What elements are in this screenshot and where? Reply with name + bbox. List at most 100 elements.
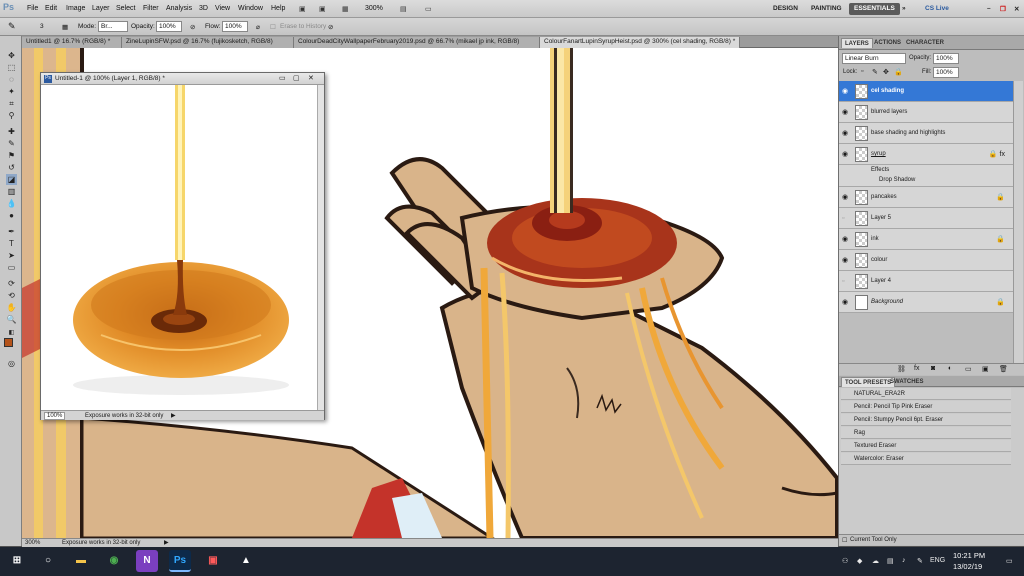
pressure-size-icon[interactable]: ⊘ xyxy=(328,23,333,31)
language-indicator[interactable]: ENG xyxy=(930,557,945,564)
tab-swatches[interactable]: SWATCHES xyxy=(887,377,927,387)
layer-row-layer-5[interactable]: ▫ Layer 5 xyxy=(839,208,1013,229)
menu-analysis[interactable]: Analysis xyxy=(166,5,192,12)
marquee-tool-icon[interactable]: ⬚ xyxy=(6,62,17,73)
menu-select[interactable]: Select xyxy=(116,5,135,12)
effects-label[interactable]: Effects xyxy=(871,167,889,173)
layer-row-colour[interactable]: ◉ colour xyxy=(839,250,1013,271)
stamp-tool-icon[interactable]: ⚑ xyxy=(6,150,17,161)
layer-row-ink[interactable]: ◉ ink 🔒 xyxy=(839,229,1013,250)
lock-all-icon[interactable]: 🔒 xyxy=(894,68,903,76)
erase-to-history-checkbox[interactable]: ☐ xyxy=(270,23,276,31)
brush-size[interactable]: 3 xyxy=(40,23,44,30)
fx-icon[interactable]: 🔒 fx xyxy=(989,150,1005,158)
layer-row-background[interactable]: ◉ Background 🔒 xyxy=(839,292,1013,313)
blend-mode-select[interactable]: Linear Burn xyxy=(842,53,906,64)
people-icon[interactable]: ⚇ xyxy=(842,557,848,565)
lasso-tool-icon[interactable]: ◌ xyxy=(6,74,17,85)
eye-icon[interactable]: ◉ xyxy=(842,130,849,137)
eye-icon[interactable]: ◉ xyxy=(842,151,849,158)
eye-icon[interactable]: ◉ xyxy=(842,194,849,201)
healing-tool-icon[interactable]: ✚ xyxy=(6,126,17,137)
screen-mode-icon[interactable]: ▭ xyxy=(425,5,432,13)
shape-tool-icon[interactable]: ▭ xyxy=(6,262,17,273)
lock-position-icon[interactable]: ✥ xyxy=(883,68,889,76)
cortana-icon[interactable]: ○ xyxy=(37,550,59,572)
brush-panel-icon[interactable]: ▦ xyxy=(62,23,68,31)
layer-row-syrup[interactable]: ◉ syrup 🔒 fx xyxy=(839,144,1013,165)
menu-image[interactable]: Image xyxy=(66,5,85,12)
lock-transparency-icon[interactable]: ▫ xyxy=(861,68,863,75)
gradient-tool-icon[interactable]: ▥ xyxy=(6,186,17,197)
menu-filter[interactable]: Filter xyxy=(143,5,159,12)
tab-layers[interactable]: LAYERS xyxy=(841,38,873,48)
pen-tool-icon[interactable]: ✒ xyxy=(6,226,17,237)
floating-window-titlebar[interactable]: Ps Untitled-1 @ 100% (Layer 1, RGB/8) * … xyxy=(41,73,324,85)
floating-zoom-field[interactable]: 100% xyxy=(44,412,66,420)
network-icon[interactable]: ▤ xyxy=(887,557,894,565)
crop-tool-icon[interactable]: ⌗ xyxy=(6,98,17,109)
preset-item[interactable]: Textured Eraser xyxy=(841,440,1011,452)
3d-orbit-tool-icon[interactable]: ⟲ xyxy=(6,290,17,301)
menu-layer[interactable]: Layer xyxy=(92,5,110,12)
snipping-tool-icon[interactable]: ▣ xyxy=(202,550,224,572)
arrange-icon[interactable]: ▤ xyxy=(400,5,407,13)
workspace-essentials[interactable]: ESSENTIALS xyxy=(849,3,900,15)
tab-syrupheist[interactable]: ColourFanartLupinSyrupHeist.psd @ 300% (… xyxy=(540,37,740,48)
quick-mask-icon[interactable]: ◎ xyxy=(6,358,17,369)
layer-row-blurred-layers[interactable]: ◉ blurred layers xyxy=(839,102,1013,123)
windows-start-icon[interactable]: ⊞ xyxy=(6,550,28,572)
layer-row-base-shading[interactable]: ◉ base shading and highlights xyxy=(839,123,1013,144)
eye-icon[interactable]: ◉ xyxy=(842,257,849,264)
add-mask-icon[interactable]: ◙ xyxy=(931,365,935,372)
close-icon[interactable]: ✕ xyxy=(1009,3,1024,15)
status-arrow-icon[interactable]: ▶ xyxy=(171,412,176,419)
floating-window-scrollbar[interactable] xyxy=(317,85,324,410)
tab-zinelupin[interactable]: ZineLupinSFW.psd @ 16.7% (fujikosketch, … xyxy=(122,37,294,48)
eraser-tool-icon[interactable]: ◪ xyxy=(6,174,17,185)
status-menu-icon[interactable]: ▶ xyxy=(164,539,169,546)
opacity-field[interactable]: 100% xyxy=(156,21,182,32)
menu-3d[interactable]: 3D xyxy=(199,5,208,12)
quick-select-tool-icon[interactable]: ✦ xyxy=(6,86,17,97)
menu-help[interactable]: Help xyxy=(271,5,285,12)
3d-rotate-tool-icon[interactable]: ⟳ xyxy=(6,278,17,289)
minimize-icon[interactable]: – xyxy=(982,3,996,15)
drop-shadow-label[interactable]: Drop Shadow xyxy=(879,177,915,183)
eye-icon[interactable]: ◉ xyxy=(842,299,849,306)
preset-item[interactable]: Pencil: Stumpy Pencil 6pt. Eraser xyxy=(841,414,1011,426)
menu-view[interactable]: View xyxy=(215,5,230,12)
workspace-painting[interactable]: PAINTING xyxy=(806,3,847,15)
eye-icon[interactable]: ◉ xyxy=(842,88,849,95)
airbrush-icon[interactable]: ⌀ xyxy=(256,23,260,31)
fx-menu-icon[interactable]: fx xyxy=(914,365,919,372)
window-maximize-icon[interactable]: ▢ xyxy=(293,74,300,82)
workspace-design[interactable]: DESIGN xyxy=(768,3,803,15)
floating-document-window[interactable]: Ps Untitled-1 @ 100% (Layer 1, RGB/8) * … xyxy=(40,72,325,420)
bridge-icon[interactable]: ▣ xyxy=(299,5,306,13)
clock-time[interactable]: 10:21 PM xyxy=(953,551,985,560)
history-brush-tool-icon[interactable]: ↺ xyxy=(6,162,17,173)
onenote-icon[interactable]: N xyxy=(136,550,158,572)
notifications-icon[interactable]: ▭ xyxy=(1006,557,1013,565)
adjustment-layer-icon[interactable]: ◐ xyxy=(948,365,952,372)
eyedropper-tool-icon[interactable]: ⚲ xyxy=(6,110,17,121)
layer-opacity-field[interactable]: 100% xyxy=(933,53,959,64)
preset-item[interactable]: NATURAL_ERA2R xyxy=(841,388,1011,400)
eye-icon[interactable]: ◉ xyxy=(842,109,849,116)
view-extras-icon[interactable]: ▦ xyxy=(342,5,349,13)
eye-icon[interactable]: ◉ xyxy=(842,236,849,243)
lock-pixels-icon[interactable]: ✎ xyxy=(872,68,878,76)
dodge-tool-icon[interactable]: ● xyxy=(6,210,17,221)
hidden-eye-icon[interactable]: ▫ xyxy=(842,215,849,222)
menu-window[interactable]: Window xyxy=(238,5,263,12)
link-layers-icon[interactable]: ⛓ xyxy=(897,365,906,373)
mini-bridge-icon[interactable]: ▣ xyxy=(319,5,326,13)
menu-file[interactable]: File xyxy=(27,5,38,12)
layer-row-pancakes[interactable]: ◉ pancakes 🔒 xyxy=(839,187,1013,208)
language-input-icon[interactable]: ✎ xyxy=(917,557,923,565)
window-close-icon[interactable]: ✕ xyxy=(308,74,314,82)
brush-tool-icon[interactable]: ✎ xyxy=(6,138,17,149)
path-select-tool-icon[interactable]: ➤ xyxy=(6,250,17,261)
delete-layer-icon[interactable]: 🗑 xyxy=(999,365,1008,373)
